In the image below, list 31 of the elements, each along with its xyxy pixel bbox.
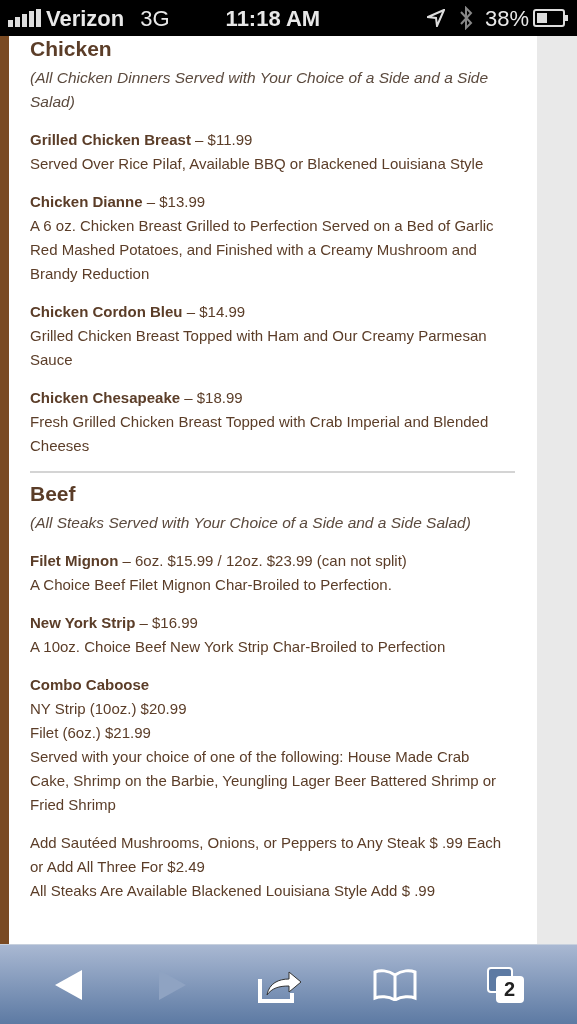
- dish-title: Combo Caboose: [30, 675, 151, 695]
- dish-description: Fresh Grilled Chicken Breast Topped with Crab Imperial and Blended Cheeses: [30, 412, 490, 456]
- dish-description: Filet (6oz.) $21.99: [30, 723, 152, 743]
- location-icon: [426, 9, 445, 27]
- section-heading: Chicken: [30, 36, 113, 62]
- dish-title: Chicken Cordon Bleu – $14.99: [30, 302, 247, 322]
- dish-title: Grilled Chicken Breast – $11.99: [30, 130, 254, 150]
- bookmarks-icon[interactable]: [372, 968, 419, 1001]
- dish-description: Served with your choice of one of the following: House Made Crab Cake, Shrimp on the Barbie, Yeungling Lager Beer Battered Shrimp or Fried Shrimp: [30, 747, 498, 815]
- signal-icon: [8, 9, 42, 27]
- section-note: (All Chicken Dinners Served with Your Choice of a Side and a Side Salad): [30, 68, 490, 112]
- section-note: (All Steaks Served with Your Choice of a Side and a Side Salad): [30, 513, 472, 533]
- dish-title: Filet Mignon – 6oz. $15.99 / 12oz. $23.99 (can not split): [30, 551, 408, 571]
- battery-icon: [533, 9, 569, 27]
- battery-percent: 38%: [484, 4, 529, 33]
- dish-description: Served Over Rice Pilaf, Available BBQ or Blackened Louisiana Style: [30, 154, 485, 174]
- section-heading: Beef: [30, 481, 77, 507]
- dish-title: Chicken Dianne – $13.99: [30, 192, 207, 212]
- dish-description: A 6 oz. Chicken Breast Grilled to Perfection Served on a Bed of Garlic Red Mashed Potatoes, and Finished with a Creamy Mushroom and Brandy Reduction: [30, 216, 495, 284]
- dish-title: New York Strip – $16.99: [30, 613, 199, 633]
- clock-time: 11:18 AM: [225, 4, 321, 33]
- dish-description: Grilled Chicken Breast Topped with Ham and Our Creamy Parmesan Sauce: [30, 326, 488, 370]
- dish-description: All Steaks Are Available Blackened Louisiana Style Add $ .99: [30, 881, 436, 901]
- dish-description: A Choice Beef Filet Mignon Char-Broiled to Perfection.: [30, 575, 393, 595]
- dish-description: NY Strip (10oz.) $20.99: [30, 699, 188, 719]
- dish-title: Chicken Chesapeake – $18.99: [30, 388, 244, 408]
- carrier-name: Verizon: [46, 4, 125, 33]
- dish-description: Add Sautéed Mushrooms, Onions, or Peppers to Any Steak $ .99 Each or Add All Three For $2.49: [30, 833, 502, 877]
- dish-description: A 10oz. Choice Beef New York Strip Char-Broiled to Perfection: [30, 637, 447, 657]
- bluetooth-icon: [458, 6, 473, 30]
- network-type: 3G: [140, 4, 170, 33]
